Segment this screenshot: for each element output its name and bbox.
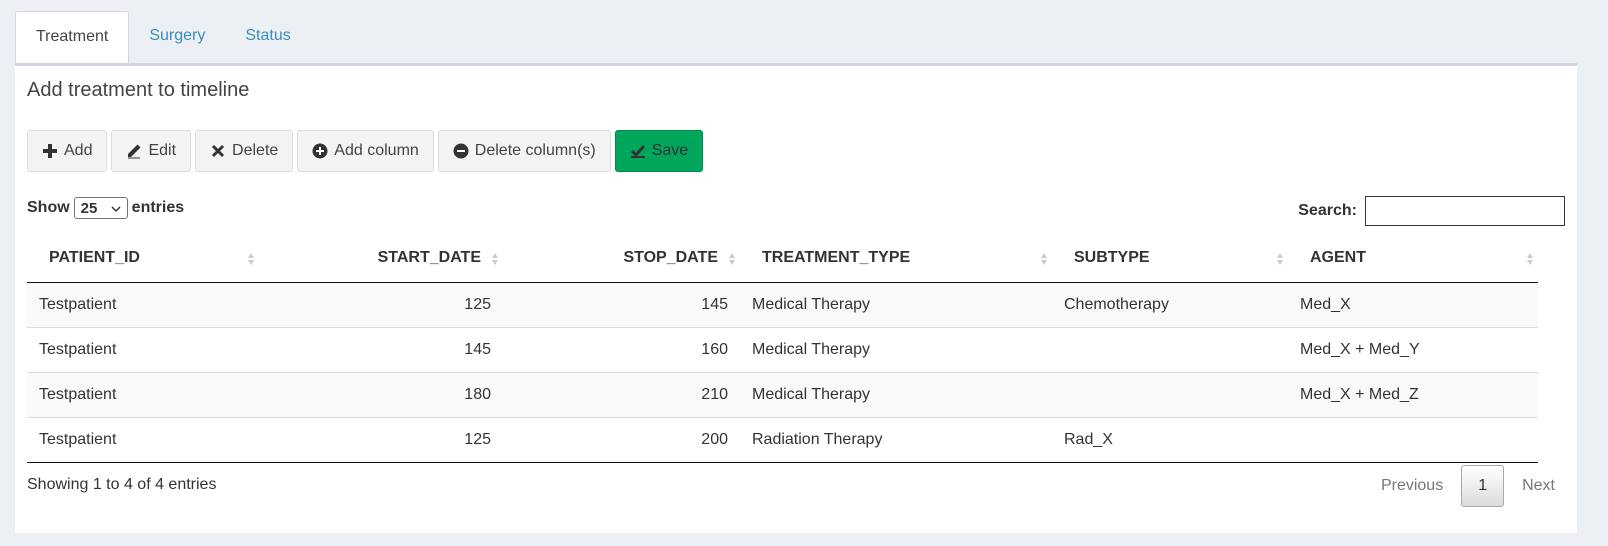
delete-button-label: Delete bbox=[232, 142, 279, 159]
pencil-icon bbox=[126, 143, 142, 159]
edit-button-label: Edit bbox=[148, 142, 177, 159]
toolbar: Add Edit Delete Add column Delete column… bbox=[27, 130, 707, 172]
next-page-button[interactable]: Next bbox=[1504, 465, 1573, 507]
save-button-label: Save bbox=[651, 142, 689, 159]
add-button[interactable]: Add bbox=[27, 130, 108, 172]
table-row[interactable]: Testpatient 145 160 Medical Therapy Med_… bbox=[27, 327, 1538, 373]
cell-subtype: Chemotherapy bbox=[1052, 282, 1288, 328]
table-header-row: PATIENT_ID START_DATE STOP_DATE TREATMEN… bbox=[27, 235, 1538, 283]
add-column-button-label: Add column bbox=[334, 142, 419, 159]
search-input[interactable] bbox=[1365, 196, 1565, 226]
cell-treatment-type: Radiation Therapy bbox=[740, 417, 1052, 463]
tab-treatment[interactable]: Treatment bbox=[15, 11, 130, 65]
plus-icon bbox=[42, 143, 58, 159]
treatment-table: PATIENT_ID START_DATE STOP_DATE TREATMEN… bbox=[27, 235, 1538, 463]
length-suffix: entries bbox=[131, 199, 185, 216]
treatment-panel: Add treatment to timeline Add Edit Delet… bbox=[15, 63, 1577, 533]
column-header-agent[interactable]: AGENT bbox=[1288, 235, 1538, 283]
column-header-treatment-type[interactable]: TREATMENT_TYPE bbox=[740, 235, 1052, 283]
table-row[interactable]: Testpatient 180 210 Medical Therapy Med_… bbox=[27, 372, 1538, 418]
tab-status[interactable]: Status bbox=[225, 11, 310, 63]
check-save-icon bbox=[630, 143, 646, 159]
table-row[interactable]: Testpatient 125 200 Radiation Therapy Ra… bbox=[27, 417, 1538, 463]
previous-page-button[interactable]: Previous bbox=[1363, 465, 1461, 507]
cell-treatment-type: Medical Therapy bbox=[740, 327, 1052, 373]
entries-select-value: 25 bbox=[80, 199, 98, 217]
cell-subtype bbox=[1052, 372, 1288, 418]
cell-stop-date: 200 bbox=[503, 417, 740, 463]
cell-agent: Med_X + Med_Z bbox=[1288, 372, 1538, 418]
cell-stop-date: 210 bbox=[503, 372, 740, 418]
search-control: Search: bbox=[1298, 196, 1565, 226]
tab-surgery[interactable]: Surgery bbox=[129, 11, 225, 63]
cell-subtype bbox=[1052, 327, 1288, 373]
cell-treatment-type: Medical Therapy bbox=[740, 372, 1052, 418]
length-prefix: Show bbox=[27, 199, 70, 216]
cell-start-date: 125 bbox=[259, 282, 503, 328]
cell-treatment-type: Medical Therapy bbox=[740, 282, 1052, 328]
add-button-label: Add bbox=[64, 142, 93, 159]
cell-patient-id: Testpatient bbox=[27, 327, 259, 373]
cell-stop-date: 160 bbox=[503, 327, 740, 373]
times-icon bbox=[210, 143, 226, 159]
cell-agent: Med_X bbox=[1288, 282, 1538, 328]
search-label: Search: bbox=[1298, 202, 1357, 219]
table-info: Showing 1 to 4 of 4 entries bbox=[27, 476, 217, 493]
tab-bar: Treatment Surgery Status bbox=[15, 11, 311, 65]
panel-title: Add treatment to timeline bbox=[27, 79, 250, 101]
table-row[interactable]: Testpatient 125 145 Medical Therapy Chem… bbox=[27, 282, 1538, 328]
column-header-subtype[interactable]: SUBTYPE bbox=[1052, 235, 1288, 283]
cell-patient-id: Testpatient bbox=[27, 417, 259, 463]
entries-length-control: Show 25 entries bbox=[27, 197, 184, 219]
cell-agent bbox=[1288, 417, 1538, 463]
cell-start-date: 180 bbox=[259, 372, 503, 418]
cell-agent: Med_X + Med_Y bbox=[1288, 327, 1538, 373]
cell-stop-date: 145 bbox=[503, 282, 740, 328]
delete-button[interactable]: Delete bbox=[195, 130, 294, 172]
cell-patient-id: Testpatient bbox=[27, 282, 259, 328]
delete-columns-button[interactable]: Delete column(s) bbox=[437, 130, 611, 172]
save-button[interactable]: Save bbox=[614, 130, 704, 172]
column-header-stop-date[interactable]: STOP_DATE bbox=[503, 235, 740, 283]
cell-start-date: 145 bbox=[259, 327, 503, 373]
column-header-start-date[interactable]: START_DATE bbox=[259, 235, 503, 283]
edit-button[interactable]: Edit bbox=[111, 130, 192, 172]
delete-columns-button-label: Delete column(s) bbox=[474, 142, 596, 159]
chevron-down-icon bbox=[111, 200, 121, 217]
cell-start-date: 125 bbox=[259, 417, 503, 463]
page-button-1[interactable]: 1 bbox=[1461, 465, 1505, 507]
entries-select[interactable]: 25 bbox=[73, 197, 128, 219]
add-column-button[interactable]: Add column bbox=[297, 130, 434, 172]
minus-circle-icon bbox=[453, 143, 469, 159]
cell-subtype: Rad_X bbox=[1052, 417, 1288, 463]
column-header-patient-id[interactable]: PATIENT_ID bbox=[27, 235, 259, 283]
cell-patient-id: Testpatient bbox=[27, 372, 259, 418]
pagination: Previous 1 Next bbox=[1363, 465, 1573, 507]
plus-circle-icon bbox=[312, 143, 328, 159]
